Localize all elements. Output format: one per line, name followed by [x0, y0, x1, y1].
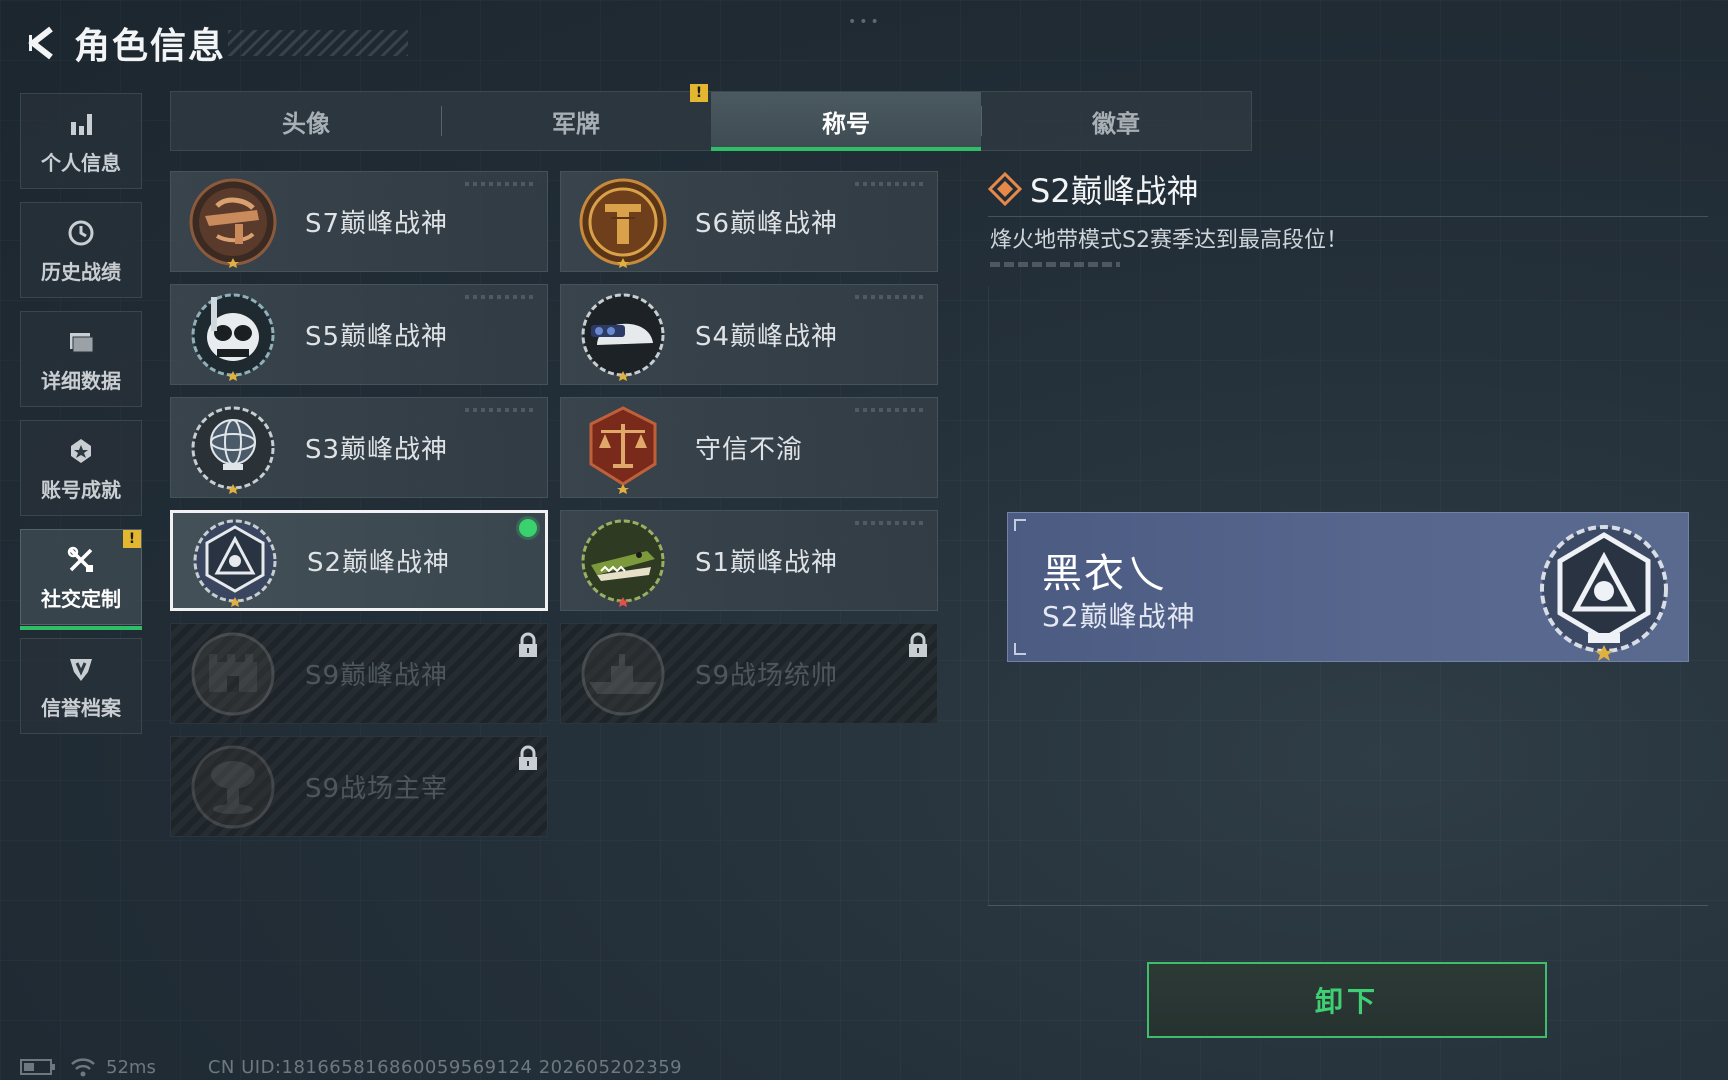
detail-panel: S2巅峰战神 烽火地带模式S2赛季达到最高段位！ [988, 166, 1708, 267]
clock-history-icon [64, 216, 98, 250]
title-card[interactable]: S3巅峰战神 [170, 397, 548, 498]
header: 角色信息 [20, 18, 226, 68]
tab-title[interactable]: 称号 [711, 92, 981, 151]
s5-diver-skull-badge-icon [187, 289, 279, 381]
wifi-icon [71, 1058, 95, 1077]
title-card[interactable]: 守信不渝 [560, 397, 938, 498]
s3-globe-badge-icon [187, 402, 279, 494]
title-card[interactable]: S6巅峰战神 [560, 171, 938, 272]
side-nav: 个人信息 历史战绩 详细数据 账号成就 社交定制 ! 信誉档案 [20, 93, 144, 747]
nav-label: 信誉档案 [41, 695, 121, 720]
nav-item-personal-info[interactable]: 个人信息 [20, 93, 142, 189]
tab-bar: 头像 军牌 称号 徽章 [170, 91, 1252, 151]
title-card[interactable]: S4巅峰战神 [560, 284, 938, 385]
preview-title: S2巅峰战神 [1042, 600, 1196, 633]
title-label: S3巅峰战神 [305, 435, 449, 465]
back-button[interactable] [20, 20, 66, 66]
unequip-button[interactable]: 卸下 [1147, 962, 1547, 1038]
folder-icon [64, 325, 98, 359]
card-decoration [855, 182, 925, 186]
s2-hexagon-badge-icon [1532, 521, 1676, 661]
lock-icon [519, 632, 537, 657]
nav-item-social-custom[interactable]: 社交定制 ! [20, 529, 142, 630]
battery-icon [20, 1059, 55, 1075]
corner-mark [1014, 519, 1026, 531]
detail-description: 烽火地带模式S2赛季达到最高段位！ [990, 228, 1348, 253]
tab-badge[interactable]: 徽章 [981, 92, 1251, 150]
title-label: S9巅峰战神 [305, 661, 449, 691]
title-card-selected[interactable]: S2巅峰战神 [170, 510, 548, 611]
s6-emblem-badge-icon [577, 176, 669, 268]
title-card-locked[interactable]: S9战场主宰 [170, 736, 548, 837]
nav-item-achievements[interactable]: 账号成就 [20, 420, 142, 516]
nav-label: 历史战绩 [41, 259, 121, 284]
lock-icon [909, 632, 927, 657]
title-card[interactable]: S7巅峰战神 [170, 171, 548, 272]
card-decoration [465, 408, 535, 412]
lock-icon [519, 745, 537, 770]
uid-text: CN UID:181665816860059569124 20260520235… [207, 1056, 683, 1078]
title-label: S7巅峰战神 [305, 209, 449, 239]
title-card[interactable]: S5巅峰战神 [170, 284, 548, 385]
detail-decoration [990, 262, 1120, 267]
achievement-icon [64, 434, 98, 468]
shield-icon [64, 652, 98, 686]
s9-fortress-badge-icon [187, 628, 279, 720]
title-decoration [228, 30, 408, 56]
tab-avatar[interactable]: 头像 [171, 92, 441, 150]
top-decoration-dots: ••• [848, 14, 882, 30]
title-label: S9战场主宰 [305, 774, 449, 804]
title-label: 守信不渝 [695, 435, 804, 465]
title-label: S1巅峰战神 [695, 548, 839, 578]
back-arrow-icon [28, 26, 53, 60]
nav-label: 个人信息 [41, 150, 121, 175]
scales-badge-icon [577, 402, 669, 494]
card-decoration [855, 408, 925, 412]
title-label: S6巅峰战神 [695, 209, 839, 239]
card-decoration [855, 295, 925, 299]
nav-item-reputation[interactable]: 信誉档案 [20, 638, 142, 734]
title-card[interactable]: S1巅峰战神 [560, 510, 938, 611]
corner-mark [1014, 643, 1026, 655]
title-card-locked[interactable]: S9战场统帅 [560, 623, 938, 724]
nav-label: 账号成就 [41, 477, 121, 502]
status-bar: 52ms CN UID:181665816860059569124 202605… [20, 1056, 682, 1078]
tools-icon [64, 543, 98, 577]
bar-chart-icon [64, 107, 98, 141]
title-label: S9战场统帅 [695, 661, 839, 691]
diamond-icon [988, 172, 1022, 206]
alert-badge: ! [123, 530, 141, 548]
title-label: S4巅峰战神 [695, 322, 839, 352]
card-decoration [465, 295, 535, 299]
detail-header: S2巅峰战神 [988, 166, 1708, 212]
s1-crocodile-badge-icon [577, 515, 669, 607]
equipped-indicator [519, 519, 537, 537]
s4-helmet-badge-icon [577, 289, 669, 381]
card-decoration [855, 521, 925, 525]
tab-dog-tag[interactable]: 军牌 [441, 92, 711, 150]
nav-label: 详细数据 [41, 368, 121, 393]
detail-title: S2巅峰战神 [1030, 172, 1199, 210]
ping-text: 52ms [106, 1056, 156, 1078]
detail-divider [988, 216, 1708, 217]
title-card-locked[interactable]: S9巅峰战神 [170, 623, 548, 724]
title-label: S2巅峰战神 [307, 548, 451, 578]
s7-crossbow-badge-icon [187, 176, 279, 268]
s9-mushroom-cloud-badge-icon [187, 741, 279, 833]
tab-alert-badge: ! [690, 84, 708, 102]
s9-warship-badge-icon [577, 628, 669, 720]
title-label: S5巅峰战神 [305, 322, 449, 352]
preview-player-name: 黑衣乀 [1042, 551, 1168, 597]
page-title: 角色信息 [74, 26, 227, 67]
title-preview-card: 黑衣乀 S2巅峰战神 [1007, 512, 1689, 662]
card-decoration [465, 182, 535, 186]
s2-hexagon-badge-icon [189, 515, 281, 607]
nav-item-history[interactable]: 历史战绩 [20, 202, 142, 298]
nav-item-detailed-data[interactable]: 详细数据 [20, 311, 142, 407]
nav-label: 社交定制 [41, 586, 121, 611]
detail-bottom-divider [988, 905, 1708, 906]
